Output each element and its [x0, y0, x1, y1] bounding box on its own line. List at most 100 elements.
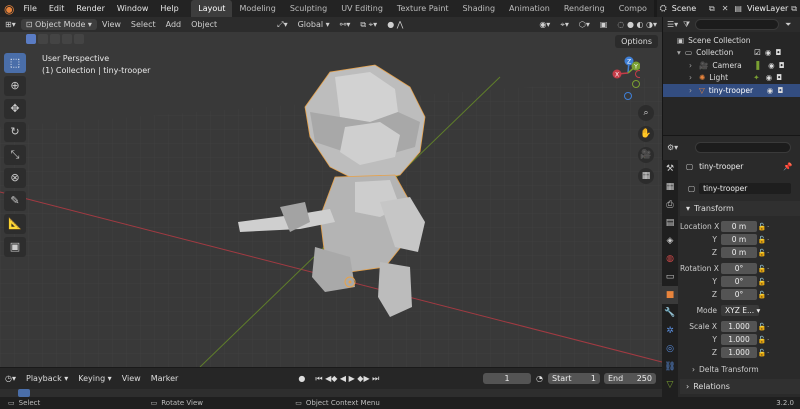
keyframe-dot-icon[interactable]: · — [767, 249, 775, 257]
funnel-icon[interactable]: ⏷ — [779, 20, 791, 30]
expand-icon[interactable]: ▾ — [677, 48, 685, 57]
proportional-icon[interactable]: ● ⋀ — [382, 20, 408, 29]
editor-type-icon[interactable]: ⊞▾ — [0, 20, 21, 29]
select-menu[interactable]: Select — [126, 20, 161, 29]
current-frame-field[interactable]: 1 — [483, 373, 532, 384]
collection-tab-icon[interactable]: ▭ — [662, 268, 678, 286]
keyframe-dot-icon[interactable]: · — [767, 323, 775, 331]
render-tab-icon[interactable]: ▦ — [662, 178, 678, 196]
relations-panel-header[interactable]: › Relations — [680, 379, 800, 394]
modifier-tab-icon[interactable]: 🔧 — [662, 304, 678, 322]
expand-icon[interactable]: › — [689, 73, 699, 82]
location-y-field[interactable]: 0 m — [721, 234, 757, 245]
snap-icon[interactable]: ⧉ ⌖▾ — [355, 20, 382, 30]
location-z-field[interactable]: 0 m — [721, 247, 757, 258]
measure-tool-icon[interactable]: 📐 — [4, 214, 26, 234]
keying-menu[interactable]: Keying ▾ — [73, 374, 116, 383]
overlay-icon[interactable]: ⬡▾ — [574, 20, 595, 29]
menu-window[interactable]: Window — [111, 4, 155, 13]
pan-hand-icon[interactable]: ✋ — [638, 126, 654, 142]
menu-file[interactable]: File — [17, 4, 42, 13]
tab-texture-paint[interactable]: Texture Paint — [390, 0, 456, 17]
scale-tool-icon[interactable]: ⤡ — [4, 145, 26, 165]
outliner-row-tiny-trooper[interactable]: › ▽ tiny-trooper ◉ ◘ — [663, 84, 800, 97]
add-cube-tool-icon[interactable]: ▣ — [4, 237, 26, 257]
checkbox-icon[interactable]: ☑ — [754, 48, 765, 57]
outliner-row-light[interactable]: › ✺ Light ✦ ◉ ◘ — [663, 72, 800, 85]
scene-tab-icon[interactable]: ◈ — [662, 232, 678, 250]
lock-icon[interactable]: 🔓 — [757, 336, 767, 344]
select-mode-buttons[interactable] — [26, 34, 84, 46]
playhead[interactable] — [18, 389, 30, 397]
timeline-track[interactable] — [0, 389, 662, 397]
tab-rendering[interactable]: Rendering — [557, 0, 612, 17]
outliner-row-scene-collection[interactable]: ▣ Scene Collection — [663, 34, 800, 47]
stopwatch-icon[interactable]: ◔ — [531, 374, 548, 383]
tab-animation[interactable]: Animation — [502, 0, 557, 17]
pin-icon[interactable]: 📌 — [783, 162, 792, 171]
options-button[interactable]: Options — [615, 35, 658, 48]
select-intersect-icon[interactable] — [74, 34, 84, 44]
outliner-row-camera[interactable]: › 🎥 Camera ▌ ◉ ◘ — [663, 59, 800, 72]
camera-view-icon[interactable]: 🎥 — [638, 147, 654, 163]
lock-icon[interactable]: 🔓 — [757, 278, 767, 286]
rotation-z-field[interactable]: 0° — [721, 289, 757, 300]
object-name-field[interactable]: tiny-trooper — [699, 162, 783, 171]
tab-compositing[interactable]: Compo — [612, 0, 654, 17]
annotate-tool-icon[interactable]: ✎ — [4, 191, 26, 211]
keyframe-dot-icon[interactable]: · — [767, 236, 775, 244]
start-frame-field[interactable]: Start 1 — [548, 373, 600, 384]
mode-dropdown[interactable]: ⊡ Object Mode ▾ — [20, 19, 97, 30]
tab-uv-editing[interactable]: UV Editing — [334, 0, 390, 17]
add-menu[interactable]: Add — [161, 20, 187, 29]
keyframe-dot-icon[interactable]: · — [767, 291, 775, 299]
end-frame-field[interactable]: End 250 — [604, 373, 656, 384]
rotation-y-field[interactable]: 0° — [721, 276, 757, 287]
record-icon[interactable]: ● — [293, 374, 310, 383]
visibility-icon[interactable]: ◉▾ — [534, 20, 555, 29]
keyframe-dot-icon[interactable]: · — [767, 278, 775, 286]
transform-panel-header[interactable]: ▾ Transform — [680, 201, 800, 216]
delta-transform-header[interactable]: › Delta Transform — [680, 363, 800, 376]
select-new-icon[interactable] — [26, 34, 36, 44]
xray-icon[interactable]: ▣ — [595, 20, 613, 29]
orientation-dropdown[interactable]: Global ▾ — [293, 20, 335, 29]
pivot-icon[interactable]: ⚯▾ — [335, 20, 356, 29]
lock-icon[interactable]: 🔓 — [757, 223, 767, 231]
keyframe-dot-icon[interactable]: · — [767, 336, 775, 344]
scale-y-field[interactable]: 1.000 — [721, 334, 757, 345]
camera-restrict-icon[interactable]: ◘ — [775, 61, 785, 70]
playback-menu[interactable]: Playback ▾ — [21, 374, 73, 383]
expand-icon[interactable]: › — [689, 61, 699, 70]
marker-menu[interactable]: Marker — [146, 374, 184, 383]
zoom-icon[interactable]: ⌕ — [638, 105, 654, 121]
object-menu[interactable]: Object — [186, 20, 222, 29]
camera-restrict-icon[interactable]: ◘ — [771, 48, 781, 57]
outliner-row-collection[interactable]: ▾ ▭ Collection ☑ ◉ ◘ — [663, 47, 800, 60]
particles-tab-icon[interactable]: ✲ — [662, 322, 678, 340]
camera-restrict-icon[interactable]: ◘ — [772, 73, 782, 82]
menu-render[interactable]: Render — [70, 4, 110, 13]
data-tab-icon[interactable]: ▽ — [662, 376, 678, 394]
lock-icon[interactable]: 🔓 — [757, 265, 767, 273]
timeline-editor-icon[interactable]: ◷▾ — [0, 374, 21, 383]
tab-shading[interactable]: Shading — [456, 0, 503, 17]
menu-help[interactable]: Help — [154, 4, 184, 13]
playback-controls[interactable]: ⏮ ◀◆ ◀ ▶ ◆▶ ⏭ — [310, 374, 384, 384]
shading-icons[interactable]: ◌ ● ◐ ◑▾ — [612, 20, 662, 29]
world-tab-icon[interactable]: ◍ — [662, 250, 678, 268]
rotation-x-field[interactable]: 0° — [721, 263, 757, 274]
orientation-icon[interactable]: ⤢▾ — [272, 20, 292, 30]
object-tab-icon[interactable]: ■ — [662, 286, 678, 304]
constraints-tab-icon[interactable]: ⛓ — [662, 358, 678, 376]
navigation-gizmo[interactable]: Z X Y — [610, 56, 643, 102]
scale-z-field[interactable]: 1.000 — [721, 347, 757, 358]
close-icon[interactable]: ✕ — [718, 4, 733, 13]
physics-tab-icon[interactable]: ◎ — [662, 340, 678, 358]
menu-edit[interactable]: Edit — [43, 4, 71, 13]
neg-z-handle[interactable] — [624, 92, 632, 100]
scene-name[interactable]: Scene — [670, 4, 706, 13]
copy-icon[interactable]: ⧉ — [788, 4, 800, 14]
tool-tab-icon[interactable]: ⚒ — [662, 160, 678, 178]
scale-x-field[interactable]: 1.000 — [721, 321, 757, 332]
